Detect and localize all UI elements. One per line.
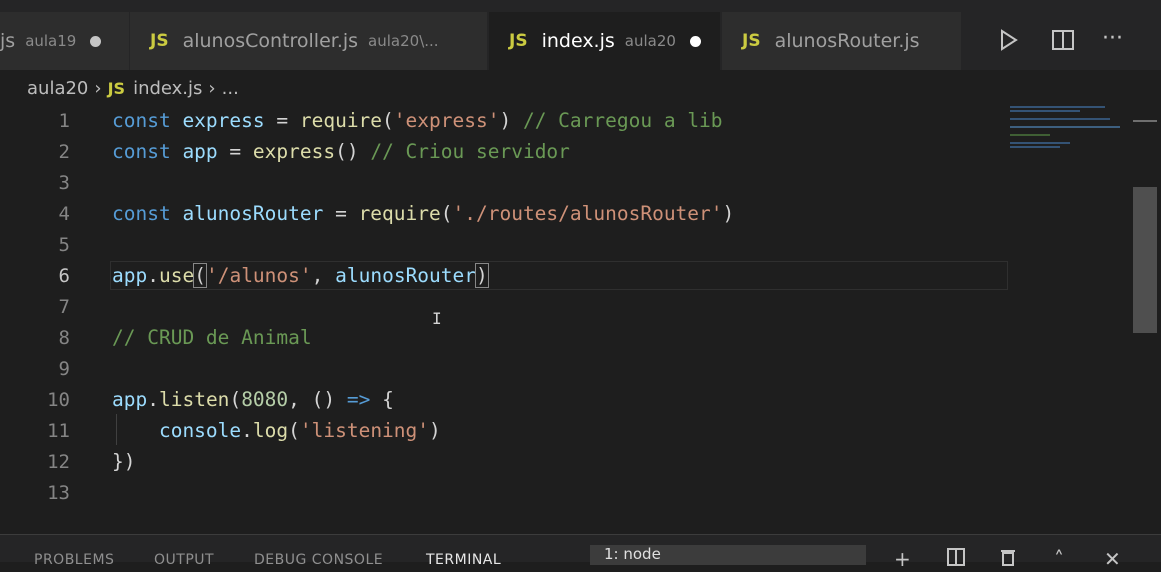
terminal-select[interactable]: 1: node	[590, 545, 866, 565]
code-text: const alunosRouter = require('./routes/a…	[112, 202, 735, 225]
code-line[interactable]: 2 const app = express() // Criou servido…	[0, 136, 1008, 167]
code-line[interactable]: 10 app.listen(8080, () => {	[0, 384, 1008, 415]
tab-aula19[interactable]: js aula19	[0, 12, 130, 70]
unsaved-dot-icon	[689, 35, 701, 47]
line-number: 2	[58, 140, 70, 163]
code-line[interactable]: 12 })	[0, 446, 1008, 477]
chevron-right-icon: ›	[94, 77, 102, 99]
tab-description: aula20\...	[368, 32, 439, 50]
tab-description: aula20	[624, 32, 676, 50]
split-editor-icon[interactable]	[1051, 28, 1075, 58]
close-icon[interactable]: ✕	[1104, 547, 1121, 571]
tab-index-js[interactable]: JS index.js aula20	[489, 12, 721, 70]
tab-problems[interactable]: PROBLEMS	[34, 552, 114, 568]
code-line-current[interactable]: 6 app.use('/alunos', alunosRouter)	[0, 260, 1008, 291]
code-line[interactable]: 1 const express = require('express') // …	[0, 105, 1008, 136]
line-number: 1	[58, 109, 70, 132]
tab-label: index.js	[541, 30, 615, 52]
line-number: 10	[47, 388, 70, 411]
unsaved-dot-icon	[90, 35, 102, 47]
code-line[interactable]: 13	[0, 477, 1008, 508]
code-line[interactable]: 8 // CRUD de Animal	[0, 322, 1008, 353]
indent-guide	[116, 414, 117, 445]
code-line[interactable]: 4 const alunosRouter = require('./routes…	[0, 198, 1008, 229]
tab-label: alunosRouter.js	[774, 30, 920, 52]
code-text: const app = express() // Criou servidor	[112, 140, 570, 163]
split-terminal-icon[interactable]	[946, 547, 966, 572]
editor-tab-bar: js aula19 JS alunosController.js aula20\…	[0, 0, 1161, 70]
code-text: app.listen(8080, () => {	[112, 388, 394, 411]
breadcrumb-symbol[interactable]: ...	[222, 78, 239, 99]
tab-output[interactable]: OUTPUT	[154, 552, 214, 568]
breadcrumb: aula20 › JS index.js › ...	[27, 76, 239, 100]
js-file-icon: JS	[150, 31, 169, 51]
code-line[interactable]: 7	[0, 291, 1008, 322]
code-text: const express = require('express') // Ca…	[112, 109, 723, 132]
play-icon[interactable]	[996, 28, 1020, 58]
line-number: 6	[58, 264, 70, 287]
code-line[interactable]: 9	[0, 353, 1008, 384]
breadcrumb-folder[interactable]: aula20	[27, 78, 88, 99]
line-number: 5	[58, 233, 70, 256]
chevron-right-icon: ›	[208, 77, 216, 99]
breadcrumb-file[interactable]: index.js	[133, 78, 202, 99]
line-number: 9	[58, 357, 70, 380]
tab-label: alunosController.js	[182, 30, 359, 52]
code-text: app.use('/alunos', alunosRouter)	[112, 263, 489, 288]
code-text: console.log('listening')	[112, 419, 441, 442]
tab-terminal[interactable]: TERMINAL	[426, 552, 501, 568]
scrollbar-marker	[1133, 120, 1157, 122]
code-line[interactable]: 5	[0, 229, 1008, 260]
js-file-icon: JS	[107, 78, 126, 98]
text-cursor-icon: I	[432, 309, 442, 328]
code-line[interactable]: 3	[0, 167, 1008, 198]
code-editor[interactable]: 1 const express = require('express') // …	[0, 104, 1130, 534]
code-text: })	[112, 450, 136, 473]
code-text: // CRUD de Animal	[112, 326, 312, 349]
tab-debug-console[interactable]: DEBUG CONSOLE	[254, 552, 383, 568]
code-line[interactable]: 11 console.log('listening')	[0, 415, 1008, 446]
line-number: 3	[58, 171, 70, 194]
trash-icon[interactable]	[998, 547, 1018, 572]
add-terminal-icon[interactable]: +	[894, 547, 911, 571]
line-number: 11	[47, 419, 70, 442]
line-number: 13	[47, 481, 70, 504]
line-number: 4	[58, 202, 70, 225]
tab-description: aula19	[25, 32, 77, 50]
more-icon[interactable]: ···	[1102, 26, 1123, 51]
minimap[interactable]	[1010, 104, 1130, 164]
bottom-panel: PROBLEMS OUTPUT DEBUG CONSOLE TERMINAL 1…	[0, 534, 1161, 571]
js-file-icon: JS	[509, 31, 528, 51]
tab-label: js	[0, 30, 16, 52]
tab-alunos-router[interactable]: JS alunosRouter.js	[722, 12, 962, 70]
scrollbar-thumb[interactable]	[1133, 187, 1157, 333]
line-number: 8	[58, 326, 70, 349]
js-file-icon: JS	[742, 31, 761, 51]
line-number: 12	[47, 450, 70, 473]
tab-alunos-controller[interactable]: JS alunosController.js aula20\...	[130, 12, 488, 70]
chevron-up-icon[interactable]: ˄	[1054, 547, 1064, 571]
line-number: 7	[58, 295, 70, 318]
